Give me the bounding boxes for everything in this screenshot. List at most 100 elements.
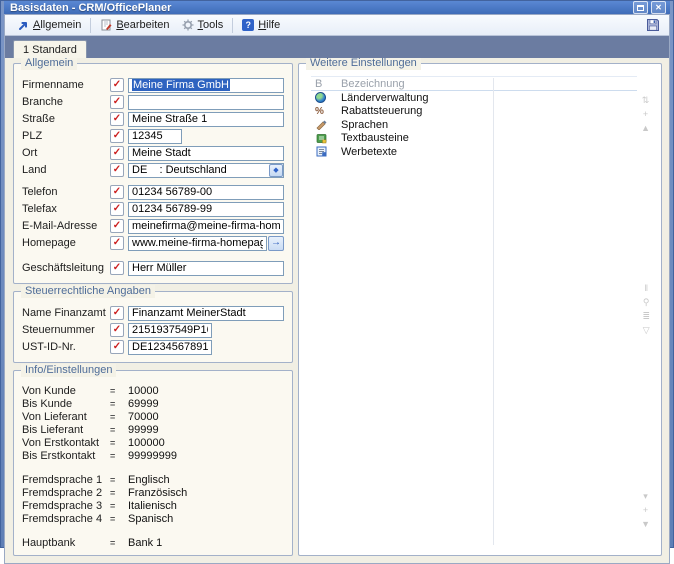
info-value: Italienisch bbox=[128, 500, 177, 512]
email-input[interactable] bbox=[128, 219, 284, 234]
spacer bbox=[22, 462, 284, 473]
tab-standard[interactable]: 1 Standard bbox=[13, 40, 87, 58]
info-value: Bank 1 bbox=[128, 537, 162, 549]
steuernummer-input[interactable] bbox=[128, 323, 212, 338]
land-select[interactable]: DE : Deutschland ◆ bbox=[128, 163, 284, 178]
info-value: 69999 bbox=[128, 398, 159, 410]
adtexts-icon bbox=[315, 146, 327, 158]
field-row: Land ✓ DE : Deutschland ◆ bbox=[22, 162, 284, 178]
table-row[interactable]: Länderverwaltung bbox=[311, 91, 637, 105]
grid-up-button[interactable]: ▲ bbox=[641, 124, 650, 133]
grid-search-button[interactable]: ⚲ bbox=[643, 298, 650, 307]
strasse-input[interactable] bbox=[128, 112, 284, 127]
edit-check-button[interactable]: ✓ bbox=[110, 306, 124, 320]
grid-add2-button[interactable]: + bbox=[643, 506, 648, 515]
info-row: Fremdsprache 3=Italienisch bbox=[22, 499, 284, 512]
edit-page-icon bbox=[100, 19, 112, 31]
grid-add-button[interactable]: + bbox=[643, 110, 648, 119]
info-value: Französisch bbox=[128, 487, 187, 499]
menu-tools[interactable]: Tools bbox=[176, 16, 230, 35]
tab-strip: 1 Standard bbox=[5, 36, 669, 58]
equals-icon: = bbox=[110, 425, 128, 435]
edit-check-button[interactable]: ✓ bbox=[110, 112, 124, 126]
field-row: Telefon ✓ bbox=[22, 184, 284, 200]
menu-allgemein[interactable]: Allgemein bbox=[11, 16, 87, 35]
close-icon: ✕ bbox=[655, 3, 662, 12]
restore-button[interactable] bbox=[633, 1, 648, 14]
equals-icon: = bbox=[110, 501, 128, 511]
info-value: 10000 bbox=[128, 385, 159, 397]
ustid-input[interactable] bbox=[128, 340, 212, 355]
row-label: Textbausteine bbox=[341, 132, 409, 144]
menu-label: Allgemein bbox=[33, 19, 81, 31]
info-row: Von Erstkontakt=100000 bbox=[22, 436, 284, 449]
table-row[interactable]: % Rabattsteuerung bbox=[311, 105, 637, 119]
firmenname-input[interactable]: Meine Firma GmbH bbox=[128, 78, 284, 93]
equals-icon: = bbox=[110, 451, 128, 461]
equals-icon: = bbox=[110, 488, 128, 498]
plz-input[interactable] bbox=[128, 129, 182, 144]
field-label: Telefon bbox=[22, 186, 110, 198]
column-header-bezeichnung[interactable]: Bezeichnung bbox=[341, 78, 405, 90]
info-value: 99999999 bbox=[128, 450, 177, 462]
table-row[interactable]: Textbausteine bbox=[311, 132, 637, 146]
edit-check-button[interactable]: ✓ bbox=[110, 323, 124, 337]
check-icon: ✓ bbox=[113, 238, 121, 248]
open-homepage-button[interactable]: → bbox=[268, 236, 284, 251]
group-title: Steuerrechtliche Angaben bbox=[21, 285, 155, 298]
land-value: DE : Deutschland bbox=[129, 164, 269, 176]
info-row: Fremdsprache 1=Englisch bbox=[22, 473, 284, 486]
edit-check-button[interactable]: ✓ bbox=[110, 261, 124, 275]
geschaeftsleitung-input[interactable] bbox=[128, 261, 284, 276]
telefax-input[interactable] bbox=[128, 202, 284, 217]
menu-bearbeiten[interactable]: Bearbeiten bbox=[94, 16, 175, 35]
ort-input[interactable] bbox=[128, 146, 284, 161]
edit-check-button[interactable]: ✓ bbox=[110, 95, 124, 109]
column-header-b[interactable]: B bbox=[311, 78, 341, 90]
edit-check-button[interactable]: ✓ bbox=[110, 340, 124, 354]
edit-check-button[interactable]: ✓ bbox=[110, 146, 124, 160]
grid-down-button[interactable]: ▾ bbox=[643, 492, 648, 501]
edit-check-button[interactable]: ✓ bbox=[110, 236, 124, 250]
field-row: Firmenname ✓ Meine Firma GmbH bbox=[22, 77, 284, 93]
info-value: 99999 bbox=[128, 424, 159, 436]
info-label: Bis Kunde bbox=[22, 398, 110, 410]
field-label: Straße bbox=[22, 113, 110, 125]
selected-text: Meine Firma GmbH bbox=[132, 79, 230, 91]
field-row: Telefax ✓ bbox=[22, 201, 284, 217]
menu-hilfe[interactable]: ? Hilfe bbox=[236, 16, 286, 35]
info-label: Fremdsprache 3 bbox=[22, 500, 110, 512]
close-button[interactable]: ✕ bbox=[651, 1, 666, 14]
homepage-input[interactable] bbox=[128, 236, 267, 251]
equals-icon: = bbox=[110, 475, 128, 485]
table-row[interactable]: Werbetexte bbox=[311, 145, 637, 159]
field-row: PLZ ✓ bbox=[22, 128, 284, 144]
edit-check-button[interactable]: ✓ bbox=[110, 202, 124, 216]
equals-icon: = bbox=[110, 438, 128, 448]
edit-check-button[interactable]: ✓ bbox=[110, 78, 124, 92]
edit-check-button[interactable]: ✓ bbox=[110, 129, 124, 143]
save-button[interactable] bbox=[643, 16, 663, 34]
table-row[interactable]: Sprachen bbox=[311, 118, 637, 132]
field-label: Name Finanzamt bbox=[22, 307, 110, 319]
grid-end-button[interactable]: ▼ bbox=[641, 520, 650, 529]
edit-check-button[interactable]: ✓ bbox=[110, 219, 124, 233]
field-row: Ort ✓ bbox=[22, 145, 284, 161]
table-header[interactable]: B Bezeichnung bbox=[311, 76, 637, 91]
branche-input[interactable] bbox=[128, 95, 284, 110]
grid-list-button[interactable]: ≣ bbox=[642, 312, 650, 321]
check-icon: ✓ bbox=[113, 97, 121, 107]
dropdown-button[interactable]: ◆ bbox=[269, 164, 283, 177]
edit-check-button[interactable]: ✓ bbox=[110, 185, 124, 199]
group-info: Info/Einstellungen Von Kunde=10000 Bis K… bbox=[13, 370, 293, 556]
telefon-input[interactable] bbox=[128, 185, 284, 200]
field-label: Land bbox=[22, 164, 110, 176]
check-icon: ✓ bbox=[113, 148, 121, 158]
finanzamt-input[interactable] bbox=[128, 306, 284, 321]
grid-sort-button[interactable]: ⇅ bbox=[642, 96, 650, 105]
grid-columns-button[interactable]: ‖ bbox=[644, 284, 648, 293]
grid-filter-button[interactable]: ▽ bbox=[643, 326, 650, 335]
field-row: Straße ✓ bbox=[22, 111, 284, 127]
spacer bbox=[22, 252, 284, 260]
edit-check-button[interactable]: ✓ bbox=[110, 163, 124, 177]
